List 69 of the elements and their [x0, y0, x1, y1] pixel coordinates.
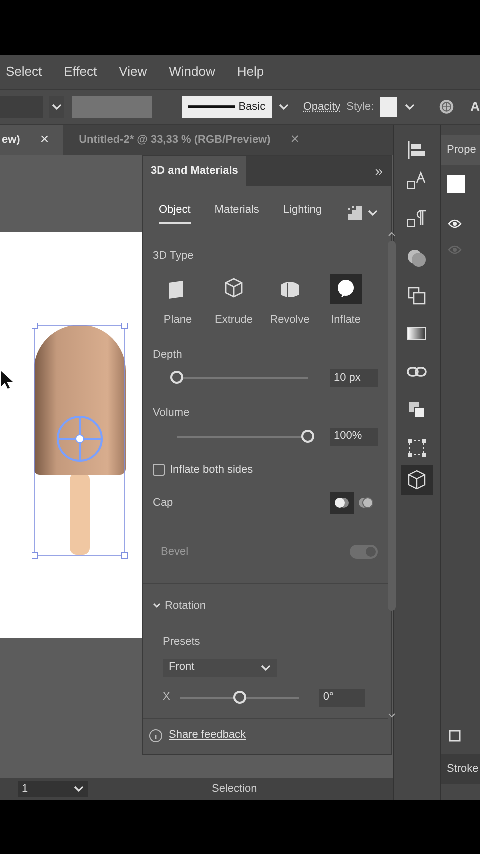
page-number-field[interactable]: 1: [18, 781, 88, 797]
value-field[interactable]: 100%: [330, 428, 378, 446]
document-tab[interactable]: ew) ×: [0, 125, 64, 155]
menu-item[interactable]: Help: [237, 62, 264, 82]
feedback-link[interactable]: Share feedback: [169, 727, 246, 744]
panel-tab[interactable]: Object: [159, 202, 191, 224]
chevron-down-icon: [279, 104, 290, 110]
info-icon: [149, 728, 163, 742]
menu-item[interactable]: Effect: [64, 62, 98, 82]
slider-thumb[interactable]: [233, 690, 246, 704]
panel-tab[interactable]: Materials: [214, 202, 260, 224]
stroke-profile-dropdown[interactable]: Basic: [182, 96, 272, 118]
square-icon: [449, 730, 461, 742]
section-label: 3D Type: [153, 248, 195, 264]
overlapping-squares-icon: [406, 285, 428, 307]
align-label: A: [470, 98, 480, 116]
section-header[interactable]: Rotation: [153, 598, 378, 614]
chevron-up-icon: [388, 232, 396, 236]
cursor-icon: [0, 370, 14, 390]
checkbox[interactable]: [153, 464, 165, 476]
close-button[interactable]: ×: [36, 128, 54, 152]
panel-tab[interactable]: Lighting: [283, 202, 322, 224]
fill-swatch: [447, 175, 465, 193]
align-icon: [406, 139, 428, 161]
opacity-link[interactable]: Opacity: [303, 98, 341, 116]
panel-toggle-button[interactable]: [401, 465, 433, 495]
panel-title: 3D and Materials: [143, 156, 246, 186]
chevron-down-icon: [153, 602, 161, 610]
section-header: Bevel: [160, 545, 189, 560]
status-tool-label: Selection: [212, 782, 258, 797]
axis-label: X: [163, 690, 170, 706]
type-option[interactable]: Extrude: [211, 274, 257, 328]
stroke-line-icon: [188, 105, 235, 109]
field-label: Depth: [153, 348, 184, 362]
slider-thumb[interactable]: [170, 371, 184, 384]
chevron-down-icon: [52, 104, 62, 110]
cap-option[interactable]: [330, 492, 354, 514]
bounding-box-icon: [406, 437, 428, 459]
cap-off-icon: [358, 496, 374, 510]
slider-thumb[interactable]: [302, 430, 314, 442]
stroke-weight-field[interactable]: [72, 96, 152, 118]
value-field[interactable]: 10 px: [330, 369, 378, 387]
value-field[interactable]: 0°: [319, 688, 366, 706]
field-label: Cap: [153, 496, 174, 511]
cube-icon: [406, 469, 428, 491]
type-option[interactable]: Inflate: [323, 274, 369, 328]
collapse-button[interactable]: »: [367, 156, 391, 186]
chevron-down-icon: [261, 664, 271, 670]
graphic-style-swatch[interactable]: [380, 97, 398, 117]
menu-item[interactable]: View: [119, 62, 148, 82]
globe-icon: [439, 98, 455, 116]
render-icon: [346, 206, 362, 220]
close-button[interactable]: ×: [286, 128, 304, 152]
preset-dropdown[interactable]: Front: [163, 658, 277, 676]
chevron-down-icon: [388, 713, 396, 718]
style-label: Style:: [346, 100, 374, 115]
circles-icon: [406, 247, 428, 269]
field-label: Volume: [153, 406, 191, 421]
chevron-down-icon: [405, 104, 416, 110]
type-option[interactable]: Revolve: [267, 274, 313, 328]
type-option[interactable]: Plane: [155, 274, 201, 328]
checkbox-label: Inflate both sides: [170, 462, 254, 478]
chevron-down-icon: [74, 786, 84, 792]
chevron-down-icon: [368, 210, 378, 216]
dropdown-button[interactable]: [49, 96, 64, 118]
cap-on-icon: [334, 496, 350, 510]
field-label: Presets: [163, 635, 202, 650]
menu-item[interactable]: Window: [169, 62, 216, 82]
menu-item[interactable]: Select: [6, 62, 42, 82]
